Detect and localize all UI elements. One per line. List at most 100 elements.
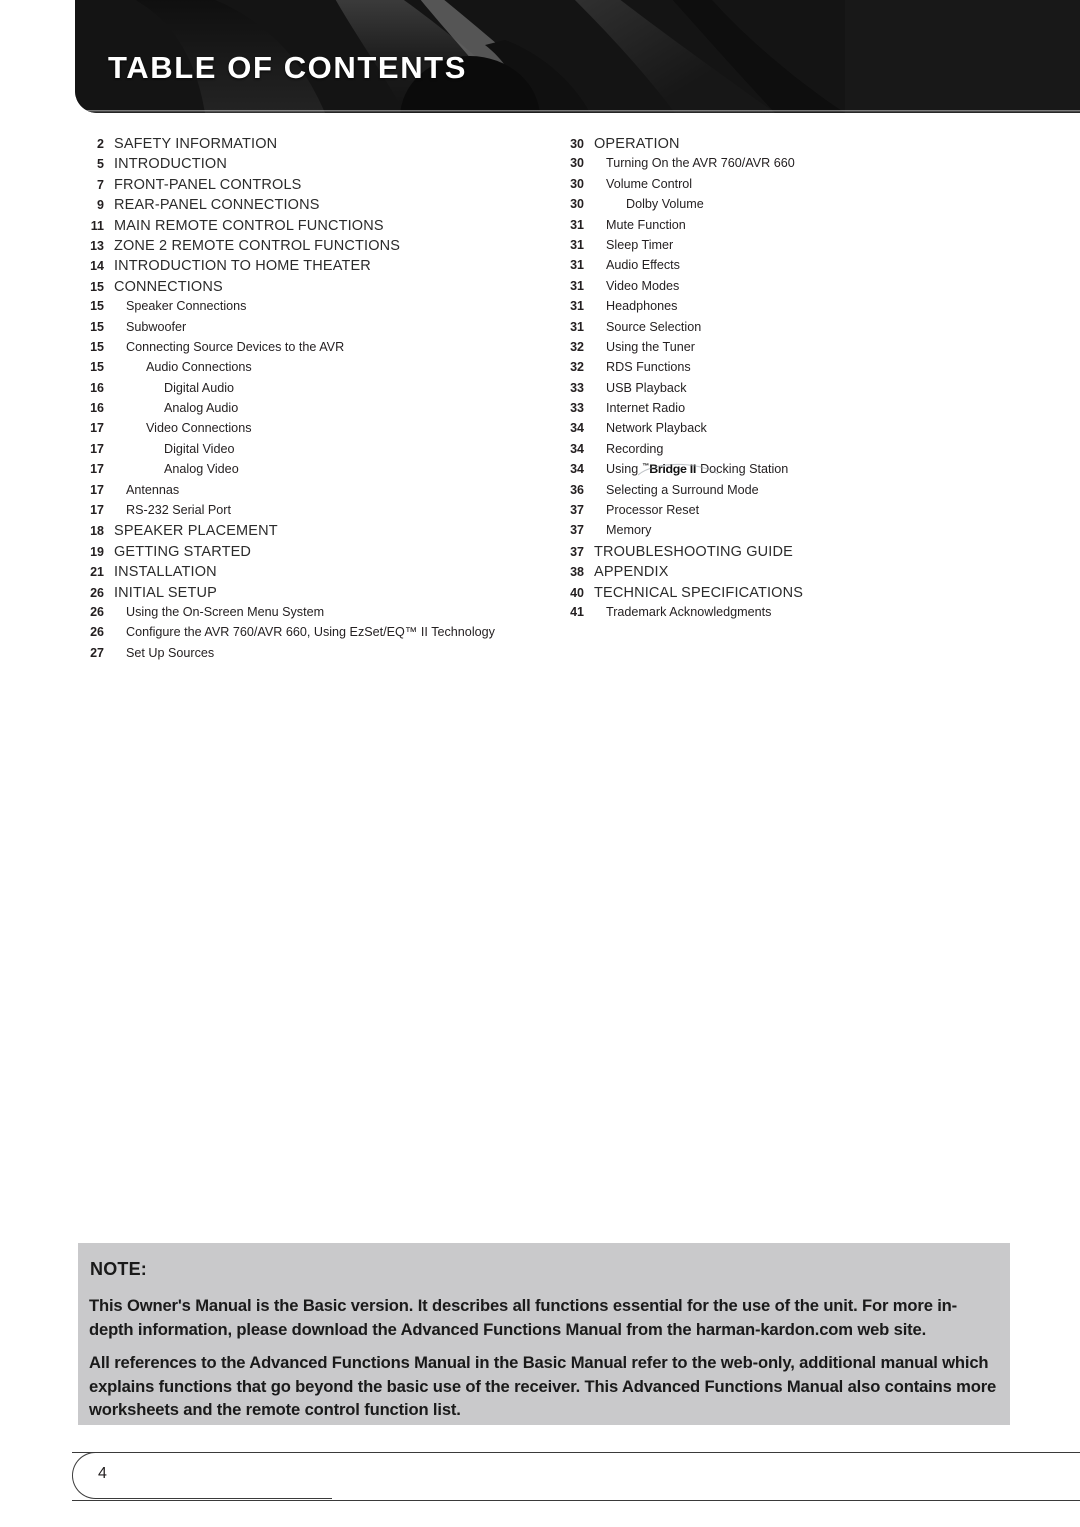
toc-entry-page-number: 37	[570, 544, 584, 559]
toc-entry-label: Sleep Timer	[606, 237, 674, 252]
toc-entry-label: GETTING STARTED	[114, 543, 252, 560]
toc-entry[interactable]: 31 Source Selection	[542, 320, 1012, 340]
toc-entry-label: OPERATION	[594, 136, 680, 152]
toc-entry[interactable]: 37 TROUBLESHOOTING GUIDE	[542, 544, 1012, 564]
toc-entry-label: Mute Function	[606, 217, 686, 232]
toc-entry-label: Analog Video	[164, 462, 239, 477]
toc-entry[interactable]: 17 Video Connections	[62, 421, 532, 441]
toc-entry[interactable]: 38 APPENDIX	[542, 564, 1012, 584]
toc-entry-page-number: 11	[90, 218, 104, 233]
toc-entry[interactable]: 34 Network Playback	[542, 421, 1012, 441]
toc-entry-page-number: 13	[90, 238, 104, 253]
toc-entry-label: Recording	[606, 441, 664, 456]
toc-entry[interactable]: 15 Speaker Connections	[62, 299, 532, 319]
toc-entry[interactable]: 32 RDS Functions	[542, 360, 1012, 380]
toc-entry[interactable]: 31 Audio Effects	[542, 258, 1012, 278]
toc-entry[interactable]: 11 MAIN REMOTE CONTROL FUNCTIONS	[62, 218, 532, 238]
toc-entry[interactable]: 14 INTRODUCTION TO HOME THEATER	[62, 258, 532, 278]
toc-entry-label: RS-232 Serial Port	[126, 503, 231, 518]
toc-entry-page-number: 34	[570, 421, 584, 436]
toc-entry[interactable]: 17 RS-232 Serial Port	[62, 503, 532, 523]
toc-entry-page-number: 5	[97, 157, 104, 172]
toc-entry[interactable]: 15 Connecting Source Devices to the AVR	[62, 340, 532, 360]
toc-entry-page-number: 31	[570, 278, 584, 293]
toc-entry-label: Volume Control	[606, 176, 693, 191]
toc-entry-page-number: 17	[90, 503, 104, 518]
toc-entry[interactable]: 21 INSTALLATION	[62, 564, 532, 584]
page-title: TABLE OF CONTENTS	[108, 50, 467, 85]
toc-entry-page-number: 40	[570, 585, 584, 600]
toc-entry[interactable]: 13 ZONE 2 REMOTE CONTROL FUNCTIONS	[62, 238, 532, 258]
toc-entry-page-number: 9	[97, 198, 104, 213]
toc-entry[interactable]: 15 Subwoofer	[62, 320, 532, 340]
toc-entry[interactable]: 9 REAR-PANEL CONNECTIONS	[62, 197, 532, 217]
toc-entry-label: USB Playback	[606, 380, 687, 395]
toc-entry-page-number: 15	[90, 339, 104, 354]
toc-entry-page-number: 26	[90, 585, 104, 600]
toc-entry-page-number: 15	[90, 319, 104, 334]
footer-page-number: 4	[98, 1465, 107, 1482]
toc-entry[interactable]: 15 CONNECTIONS	[62, 279, 532, 299]
toc-entry[interactable]: 34 Using ™Bridge II Docking Station	[542, 462, 1012, 482]
toc-entry-label-suffix: Docking Station	[700, 462, 789, 477]
toc-entry[interactable]: 2 SAFETY INFORMATION	[62, 136, 532, 156]
toc-entry-label: Digital Video	[164, 441, 235, 456]
toc-entry-page-number: 16	[90, 401, 104, 416]
toc-entry-label: Audio Connections	[146, 360, 252, 375]
toc-entry[interactable]: 5 INTRODUCTION	[62, 156, 532, 176]
toc-entry-page-number: 37	[570, 503, 584, 518]
toc-entry[interactable]: 7 FRONT-PANEL CONTROLS	[62, 177, 532, 197]
toc-entry[interactable]: 33 USB Playback	[542, 381, 1012, 401]
toc-entry[interactable]: 30 Volume Control	[542, 177, 1012, 197]
toc-right-column: 30 OPERATION 30 Turning On the AVR 760/AVR …	[542, 136, 1012, 625]
toc-entry[interactable]: 31 Mute Function	[542, 218, 1012, 238]
toc-entry-label: Turning On the AVR 760/AVR 660	[606, 156, 795, 171]
toc-entry-label: Trademark Acknowledgments	[606, 604, 772, 619]
page-header-banner: TABLE OF CONTENTS	[75, 0, 1080, 113]
toc-entry-page-number: 26	[90, 625, 104, 640]
toc-entry[interactable]: 26 Configure the AVR 760/AVR 660, Using E…	[62, 625, 532, 645]
toc-entry-page-number: 21	[90, 565, 104, 580]
toc-entry-page-number: 26	[90, 604, 104, 619]
toc-entry[interactable]: 30 Dolby Volume	[542, 197, 1012, 217]
toc-entry-page-number: 17	[90, 421, 104, 436]
toc-entry[interactable]: 26 Using the On-Screen Menu System	[62, 605, 532, 625]
toc-entry-label: Using the Tuner	[606, 339, 695, 354]
toc-entry[interactable]: 31 Video Modes	[542, 279, 1012, 299]
toc-entry[interactable]: 17 Antennas	[62, 483, 532, 503]
toc-entry[interactable]: 17 Analog Video	[62, 462, 532, 482]
toc-entry-label: Using ™Bridge II Docking Station	[584, 462, 788, 476]
toc-entry[interactable]: 40 TECHNICAL SPECIFICATIONS	[542, 585, 1012, 605]
toc-entry[interactable]: 36 Selecting a Surround Mode	[542, 483, 1012, 503]
toc-entry[interactable]: 19 GETTING STARTED	[62, 544, 532, 564]
toc-entry[interactable]: 33 Internet Radio	[542, 401, 1012, 421]
toc-entry[interactable]: 27 Set Up Sources	[62, 646, 532, 666]
toc-entry[interactable]: 37 Memory	[542, 523, 1012, 543]
toc-entry-label: Connecting Source Devices to the AVR	[126, 339, 345, 354]
toc-entry[interactable]: 17 Digital Video	[62, 442, 532, 462]
toc-entry-page-number: 2	[97, 137, 104, 151]
toc-entry-label: Source Selection	[606, 319, 702, 334]
toc-entry[interactable]: 32 Using the Tuner	[542, 340, 1012, 360]
toc-entry[interactable]: 16 Analog Audio	[62, 401, 532, 421]
toc-entry-label: TECHNICAL SPECIFICATIONS	[594, 584, 804, 601]
toc-entry[interactable]: 30 OPERATION	[542, 136, 1012, 156]
toc-entry[interactable]: 31 Sleep Timer	[542, 238, 1012, 258]
toc-entry-label: INITIAL SETUP	[114, 584, 217, 601]
toc-entry[interactable]: 18 SPEAKER PLACEMENT	[62, 523, 532, 543]
note-title: NOTE:	[90, 1259, 147, 1279]
toc-entry-page-number: 19	[90, 544, 104, 559]
toc-entry[interactable]: 37 Processor Reset	[542, 503, 1012, 523]
toc-entry-label: Internet Radio	[606, 401, 686, 416]
toc-entry-page-number: 31	[570, 217, 584, 232]
toc-entry[interactable]: 26 INITIAL SETUP	[62, 585, 532, 605]
toc-entry[interactable]: 16 Digital Audio	[62, 381, 532, 401]
toc-entry-label-prefix: Using	[606, 462, 639, 477]
toc-entry[interactable]: 30 Turning On the AVR 760/AVR 660	[542, 156, 1012, 176]
toc-entry[interactable]: 31 Headphones	[542, 299, 1012, 319]
toc-entry[interactable]: 15 Audio Connections	[62, 360, 532, 380]
toc-entry-page-number: 18	[90, 524, 104, 539]
toc-entry[interactable]: 41 Trademark Acknowledgments	[542, 605, 1012, 625]
toc-entry[interactable]: 34 Recording	[542, 442, 1012, 462]
toc-entry-page-number: 41	[570, 604, 584, 619]
